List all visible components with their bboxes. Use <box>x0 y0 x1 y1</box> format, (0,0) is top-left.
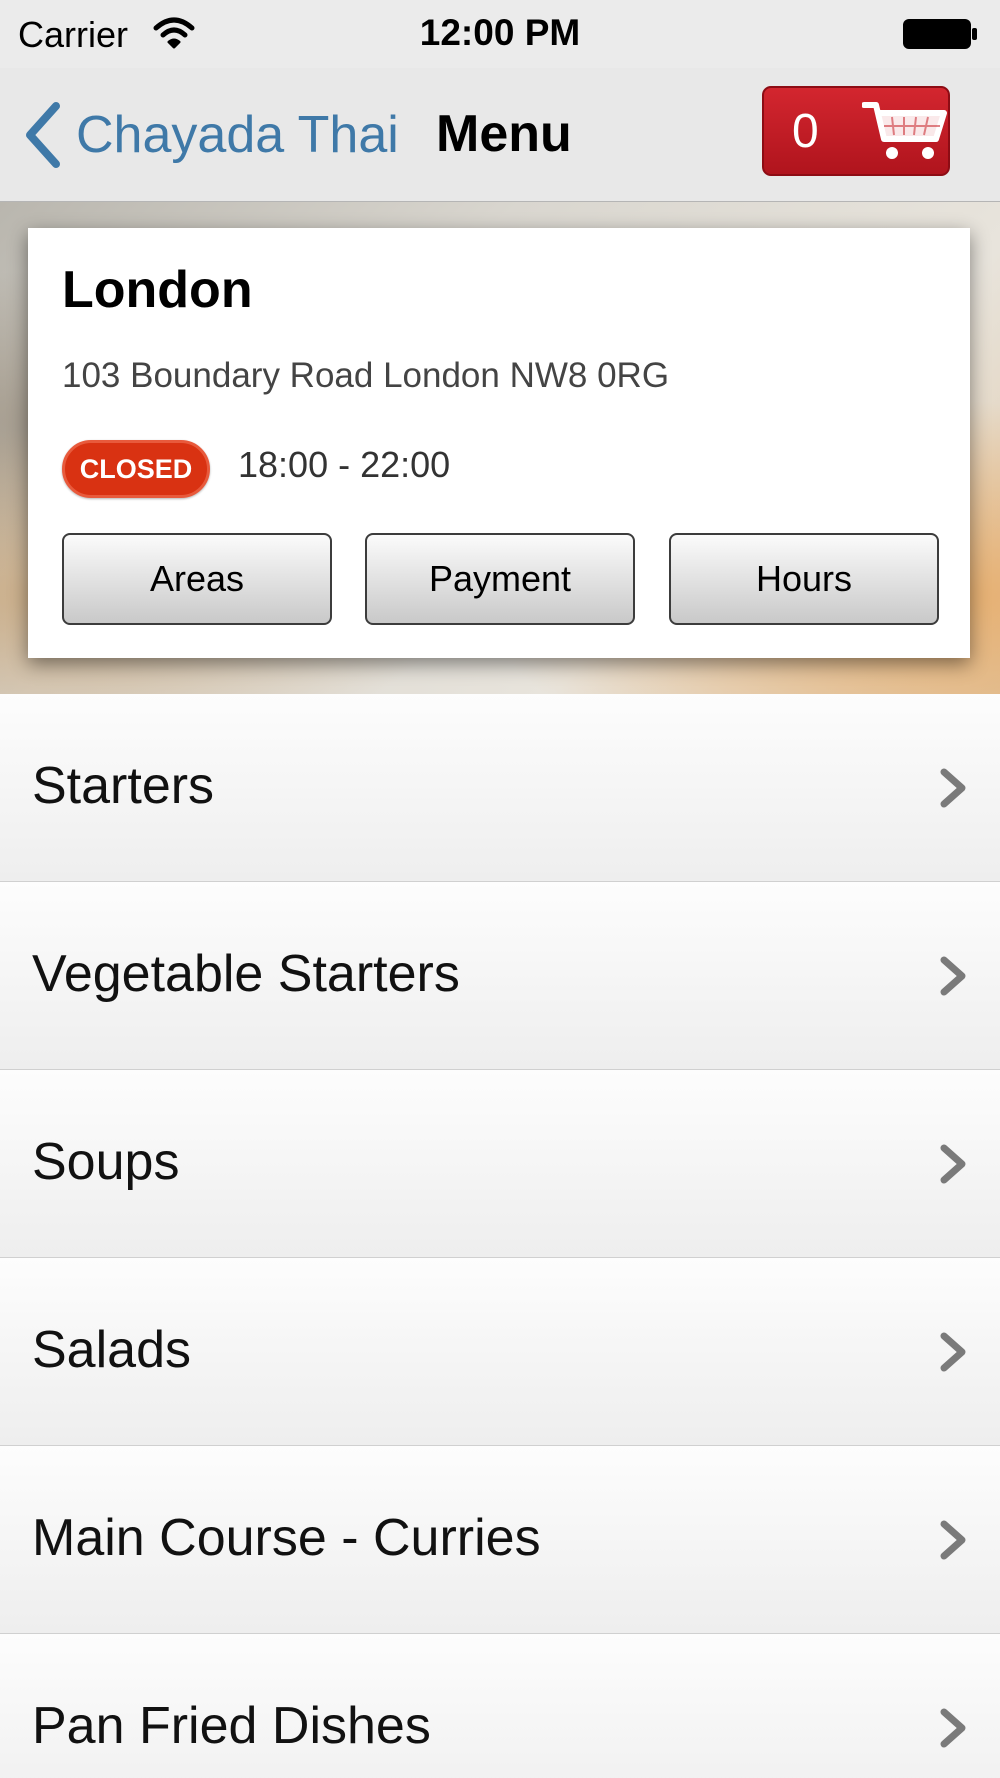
cart-count: 0 <box>792 104 819 158</box>
chevron-right-icon <box>940 768 966 808</box>
chevron-right-icon <box>940 1144 966 1184</box>
chevron-right-icon <box>940 1708 966 1748</box>
navigation-bar: Chayada Thai Menu 0 <box>0 68 1000 202</box>
chevron-right-icon <box>940 1520 966 1560</box>
location-card: London 103 Boundary Road London NW8 0RG … <box>28 228 970 658</box>
chevron-right-icon <box>940 956 966 996</box>
menu-category-list: Starters Vegetable Starters Soups Salads… <box>0 694 1000 1778</box>
status-badge: CLOSED <box>62 440 210 498</box>
shopping-cart-icon <box>862 102 947 159</box>
location-city: London <box>62 261 253 319</box>
category-row-starters[interactable]: Starters <box>0 694 1000 882</box>
status-time: 12:00 PM <box>419 12 581 53</box>
category-row-salads[interactable]: Salads <box>0 1258 1000 1446</box>
category-label: Starters <box>32 757 215 815</box>
chevron-left-icon <box>26 102 60 168</box>
category-label: Soups <box>32 1133 180 1191</box>
areas-button[interactable]: Areas <box>62 533 332 625</box>
page-title: Menu <box>436 105 572 163</box>
category-label: Pan Fried Dishes <box>32 1697 431 1755</box>
category-row-main-course-curries[interactable]: Main Course - Curries <box>0 1446 1000 1634</box>
category-label: Main Course - Curries <box>32 1509 541 1567</box>
payment-button[interactable]: Payment <box>365 533 635 625</box>
back-button-label: Chayada Thai <box>76 106 399 164</box>
back-button[interactable]: Chayada Thai <box>22 98 399 172</box>
category-row-soups[interactable]: Soups <box>0 1070 1000 1258</box>
battery-icon <box>903 19 977 49</box>
opening-hours: 18:00 - 22:00 <box>238 444 451 485</box>
location-address: 103 Boundary Road London NW8 0RG <box>62 356 670 395</box>
status-bar: Carrier 12:00 PM <box>0 0 1000 68</box>
hours-button[interactable]: Hours <box>669 533 939 625</box>
category-label: Salads <box>32 1321 191 1379</box>
chevron-right-icon <box>940 1332 966 1372</box>
category-row-pan-fried-dishes[interactable]: Pan Fried Dishes <box>0 1634 1000 1778</box>
category-label: Vegetable Starters <box>32 945 460 1003</box>
category-row-vegetable-starters[interactable]: Vegetable Starters <box>0 882 1000 1070</box>
cart-button[interactable]: 0 <box>762 86 950 176</box>
